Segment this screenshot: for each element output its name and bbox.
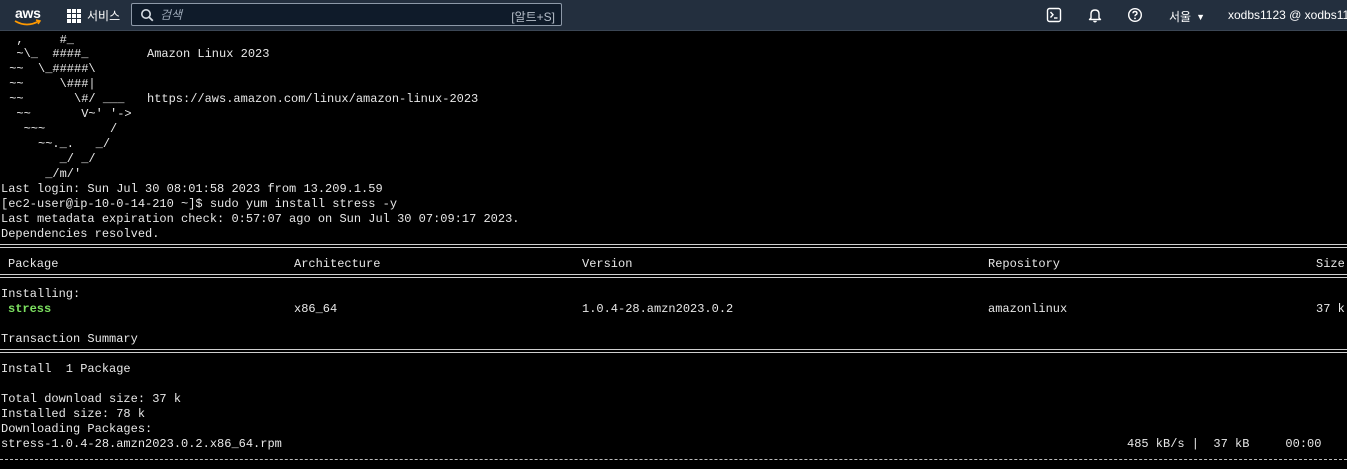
- caret-down-icon: ▼: [1196, 11, 1206, 22]
- search-bar[interactable]: [알트+S]: [131, 3, 562, 26]
- region-selector[interactable]: 서울 ▼: [1169, 8, 1205, 25]
- separator-double: [0, 274, 1347, 278]
- search-icon: [141, 9, 154, 22]
- downloading-label: Downloading Packages:: [1, 422, 153, 436]
- transaction-summary-label: Transaction Summary: [1, 332, 138, 346]
- separator-double: [0, 349, 1347, 353]
- search-input[interactable]: [160, 6, 500, 23]
- installing-label: Installing:: [1, 287, 81, 301]
- package-version: 1.0.4-28.amzn2023.0.2: [582, 302, 734, 316]
- package-arch: x86_64: [294, 302, 338, 316]
- install-count-line: Install 1 Package: [1, 362, 131, 376]
- separator-double: [0, 244, 1347, 248]
- account-menu[interactable]: xodbs1123 @ xodbs1123 ▼: [1228, 8, 1347, 22]
- download-file-name: stress-1.0.4-28.amzn2023.0.2.x86_64.rpm: [1, 437, 282, 451]
- banner-line: ~\_ ####_: [2, 47, 89, 61]
- command-prompt-line: [ec2-user@ip-10-0-14-210 ~]$ sudo yum in…: [1, 197, 398, 211]
- installed-size-line: Installed size: 78 k: [1, 407, 146, 421]
- cloudshell-icon[interactable]: [1046, 7, 1062, 23]
- terminal-window[interactable]: , #_ ~\_ ####_ ~~ \_#####\ ~~ \###| ~~ \…: [0, 32, 1347, 469]
- aws-console-header: aws 서비스 [알트+S] 서울: [0, 0, 1347, 31]
- package-size: 37 k: [1316, 302, 1345, 316]
- notifications-bell-icon[interactable]: [1087, 7, 1103, 23]
- banner-line: ~~~ /: [2, 122, 118, 136]
- separator-dashed: [0, 459, 1347, 460]
- aws-logo[interactable]: aws: [9, 3, 49, 29]
- help-icon[interactable]: [1127, 7, 1143, 23]
- deps-resolved-line: Dependencies resolved.: [1, 227, 160, 241]
- services-grid-icon: [67, 8, 81, 23]
- header-size: Size: [1316, 257, 1345, 271]
- metadata-check-line: Last metadata expiration check: 0:57:07 …: [1, 212, 520, 226]
- banner-line: ~~ \#/ ___: [2, 92, 125, 106]
- services-label: 서비스: [87, 9, 121, 23]
- header-package: Package: [8, 257, 59, 271]
- banner-url: https://aws.amazon.com/linux/amazon-linu…: [147, 92, 479, 106]
- banner-title: Amazon Linux 2023: [147, 47, 270, 61]
- banner-line: ~~._. _/: [2, 137, 111, 151]
- search-shortcut-hint: [알트+S]: [511, 10, 555, 24]
- header-version: Version: [582, 257, 633, 271]
- account-label: xodbs1123 @ xodbs1123: [1228, 8, 1347, 22]
- banner-line: , #_: [2, 33, 75, 47]
- banner-line: _/m/': [2, 167, 82, 181]
- banner-line: ~~ \###|: [2, 77, 96, 91]
- package-name: stress: [8, 302, 52, 316]
- banner-line: ~~ V~' '->: [2, 107, 132, 121]
- total-download-line: Total download size: 37 k: [1, 392, 182, 406]
- banner-line: ~~ \_#####\: [2, 62, 96, 76]
- banner-line: _/ _/: [2, 152, 96, 166]
- header-architecture: Architecture: [294, 257, 381, 271]
- header-repository: Repository: [988, 257, 1061, 271]
- aws-smile-icon: [14, 19, 42, 26]
- region-label: 서울: [1169, 10, 1192, 24]
- last-login-line: Last login: Sun Jul 30 08:01:58 2023 fro…: [1, 182, 383, 196]
- services-menu-button[interactable]: 서비스: [67, 7, 120, 24]
- package-repo: amazonlinux: [988, 302, 1068, 316]
- download-progress-stats: 485 kB/s | 37 kB 00:00: [1127, 437, 1322, 451]
